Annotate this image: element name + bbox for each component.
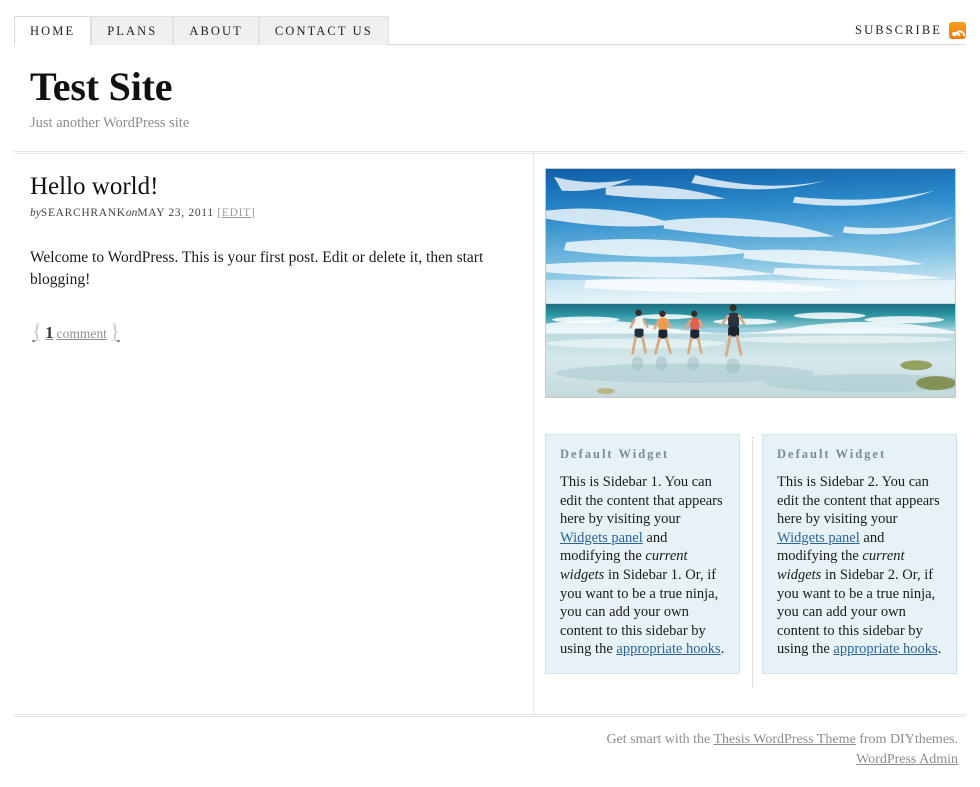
byline-by-word: by bbox=[30, 207, 41, 219]
beach-scene-illustration bbox=[546, 169, 955, 397]
footer-attribution-line: Get smart with the Thesis WordPress Them… bbox=[606, 730, 958, 750]
sidebar-1-widgets-panel-link[interactable]: Widgets panel bbox=[560, 530, 643, 546]
main-content-column: Hello world! bySEARCHRANKonMAY 23, 2011 … bbox=[30, 172, 510, 344]
page-root: HOME PLANS ABOUT CONTACT US SUBSCRIBE Te… bbox=[0, 0, 980, 787]
nav-item-plans[interactable]: PLANS bbox=[91, 16, 174, 45]
site-tagline: Just another WordPress site bbox=[30, 115, 190, 131]
footer-admin-line: WordPress Admin bbox=[606, 750, 958, 770]
byline-date: MAY 23, 2011 bbox=[137, 207, 214, 219]
post-edit-link[interactable]: [EDIT] bbox=[217, 207, 255, 219]
rss-feed-icon[interactable] bbox=[949, 22, 968, 44]
post-body-text: Welcome to WordPress. This is your first… bbox=[30, 249, 484, 288]
edit-bracket-close: ] bbox=[250, 207, 256, 219]
primary-navigation-bar: HOME PLANS ABOUT CONTACT US SUBSCRIBE bbox=[0, 0, 980, 46]
footer-text-pre: Get smart with the bbox=[606, 732, 714, 747]
sidebar-1-widget-title: Default Widget bbox=[560, 447, 670, 461]
comment-count-link[interactable]: { 1 comment } bbox=[30, 319, 120, 344]
nav-item-home[interactable]: HOME bbox=[14, 16, 92, 46]
edit-label[interactable]: EDIT bbox=[222, 207, 251, 219]
sidebar-2-appropriate-hooks-link[interactable]: appropriate hooks bbox=[833, 641, 937, 657]
byline-author[interactable]: SEARCHRANK bbox=[41, 207, 126, 219]
footer-divider bbox=[14, 714, 966, 717]
byline-on-word: on bbox=[125, 207, 138, 219]
post-title[interactable]: Hello world! bbox=[30, 172, 510, 202]
sidebar-2-widgets-panel-link[interactable]: Widgets panel bbox=[777, 530, 860, 546]
sidebar-2-text-4: . bbox=[937, 641, 942, 658]
sidebar-2-widget: Default Widget This is Sidebar 2. You ca… bbox=[762, 434, 957, 674]
sidebar-column-divider bbox=[752, 437, 753, 687]
footer-text-post: from DIYthemes. bbox=[855, 732, 958, 747]
comment-brace-close: } bbox=[109, 319, 120, 343]
content-sidebar-divider bbox=[533, 152, 534, 715]
nav-menu: HOME PLANS ABOUT CONTACT US bbox=[14, 16, 389, 46]
sidebar-1-text-1: This is Sidebar 1. You can edit the cont… bbox=[560, 474, 723, 528]
site-title[interactable]: Test Site bbox=[30, 64, 189, 110]
nav-item-contact-us[interactable]: CONTACT US bbox=[258, 16, 389, 45]
site-footer: Get smart with the Thesis WordPress Them… bbox=[606, 730, 958, 770]
beach-runners-photo bbox=[545, 168, 956, 398]
site-header: Test Site Just another WordPress site bbox=[30, 64, 189, 132]
sidebar-1-appropriate-hooks-link[interactable]: appropriate hooks bbox=[616, 641, 720, 657]
subscribe-label: SUBSCRIBE bbox=[855, 23, 942, 37]
thesis-theme-link[interactable]: Thesis WordPress Theme bbox=[714, 732, 856, 747]
sidebar-2-text-1: This is Sidebar 2. You can edit the cont… bbox=[777, 474, 940, 528]
comment-count-number: 1 bbox=[45, 323, 54, 342]
header-divider bbox=[14, 151, 966, 154]
subscribe-link[interactable]: SUBSCRIBE bbox=[855, 22, 968, 44]
nav-item-about[interactable]: ABOUT bbox=[173, 16, 259, 45]
wordpress-admin-link[interactable]: WordPress Admin bbox=[856, 752, 958, 767]
rss-arc-outer bbox=[952, 28, 968, 44]
sidebar-1-widget-body: This is Sidebar 1. You can edit the cont… bbox=[560, 473, 725, 659]
sidebar-2-widget-body: This is Sidebar 2. You can edit the cont… bbox=[777, 473, 942, 659]
comment-brace-open: { bbox=[32, 319, 43, 343]
sidebar-2-widget-title: Default Widget bbox=[777, 447, 887, 461]
sidebar-1-text-4: . bbox=[720, 641, 725, 658]
post-byline: bySEARCHRANKonMAY 23, 2011 [EDIT] bbox=[30, 207, 510, 219]
comment-count-label: comment bbox=[56, 326, 107, 341]
sidebar-1-widget: Default Widget This is Sidebar 1. You ca… bbox=[545, 434, 740, 674]
